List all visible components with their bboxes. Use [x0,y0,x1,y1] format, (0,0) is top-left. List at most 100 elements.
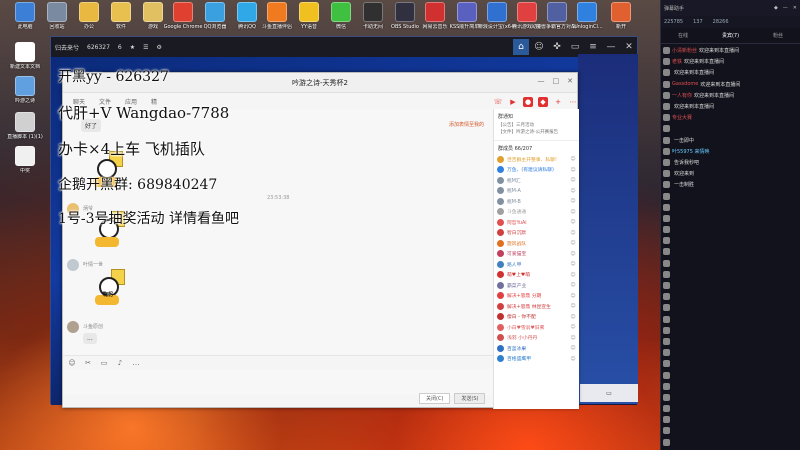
danmaku-item[interactable]: 一人有你 欢迎来到本直播间 [663,90,798,101]
danmaku-user[interactable]: 小清新粉丝 [672,47,697,54]
danmaku-feed[interactable]: 小清新粉丝 欢迎来到本直播间 老铁 欢迎来到本直播间 欢迎来到本直播间 Gassdome 欢… [661,44,800,450]
member-item[interactable]: 浅羽 小小丹丹 ☺ [494,333,579,344]
maximize-button[interactable]: □ [553,77,560,85]
danmaku-item[interactable] [663,392,798,403]
danmaku-item[interactable]: 专业大赛 [663,112,798,123]
danmaku-item[interactable] [663,224,798,235]
member-item[interactable]: 傻白 - 你不配 ☺ [494,312,579,323]
member-item[interactable]: 佳吉群主开整事、私聊! ☺ [494,154,579,165]
emoji-icon[interactable]: ☺ [67,358,77,368]
home-icon[interactable]: ⌂ [513,39,529,55]
close-icon[interactable]: ✕ [621,39,637,55]
danmaku-item[interactable]: 一击制胜 [663,179,798,190]
member-item[interactable]: 百格盛鹰甲 ☺ [494,354,579,365]
phone-icon[interactable]: ☏ [493,97,503,107]
danmaku-item[interactable] [663,269,798,280]
danmaku-item[interactable] [663,202,798,213]
member-item[interactable]: 可爱猫宝 ☺ [494,249,579,260]
message-input[interactable] [63,369,493,395]
avatar[interactable] [67,259,79,271]
member-item[interactable]: 百蓝冰果 ☺ [494,343,579,354]
gear-icon[interactable]: ⚙ [157,44,162,51]
danmaku-item[interactable] [663,369,798,380]
member-item[interactable]: 阿哲YuAi ☺ [494,217,579,228]
danmaku-user[interactable]: 一人有你 [672,92,692,99]
danmaku-item[interactable] [663,358,798,369]
desktop-icon[interactable]: 新建文本文档 [4,42,46,70]
danmaku-item[interactable]: 告诉我秒吧 [663,157,798,168]
danmaku-item[interactable]: 欢迎来到 [663,168,798,179]
member-item[interactable]: 智白沉默 ☺ [494,228,579,239]
member-item[interactable]: 解决+思鼎 林昆宣生 ☺ [494,301,579,312]
danmaku-item[interactable] [663,235,798,246]
danmaku-item[interactable] [663,336,798,347]
live-icon[interactable]: ● [523,97,533,107]
danmaku-item[interactable] [663,190,798,201]
video-icon[interactable]: ▶ [508,97,518,107]
danmaku-user[interactable]: 专业大赛 [672,114,692,121]
menu-icon[interactable]: ☰ [143,44,148,51]
member-item[interactable]: 萌♥上♥萌 ☺ [494,270,579,281]
danmaku-item[interactable] [663,302,798,313]
image-icon[interactable]: ▭ [99,358,109,368]
group-notice[interactable]: 【文件】吟游之诗-公开赛报告 [494,129,579,136]
desktop-icon[interactable]: 直播脚本 (1)(1) [4,112,46,140]
app-icon[interactable]: ◆ [538,97,548,107]
sticker[interactable]: 鞠躬 [93,269,133,309]
minimize-button[interactable]: — [538,77,545,85]
danmaku-item[interactable] [663,381,798,392]
desktop-icon[interactable]: 新开 [600,2,642,30]
music-icon[interactable]: ♪ [115,358,125,368]
danmaku-item[interactable]: 老铁 欢迎来到本直播间 [663,56,798,67]
minimize-icon[interactable]: — [783,5,788,11]
danmaku-item[interactable] [663,246,798,257]
member-item[interactable]: 斗鱼通通 ☺ [494,207,579,218]
member-item[interactable]: 路人甲 ☺ [494,259,579,270]
member-item[interactable]: 小白♥雪翁♥旧雾 ☺ [494,322,579,333]
danmaku-item[interactable] [663,314,798,325]
danmaku-item[interactable] [663,258,798,269]
danmaku-user[interactable]: Gassdome [672,81,698,87]
member-item[interactable]: 瓶M汇 ☺ [494,175,579,186]
desktop-icon[interactable]: 中奖 [4,146,46,174]
more-icon[interactable]: ⋯ [568,97,578,107]
close-button[interactable]: ✕ [567,77,573,85]
danmaku-item[interactable]: 欢迎来到本直播间 [663,101,798,112]
star-icon[interactable]: ★ [130,44,135,51]
add-icon[interactable]: + [553,97,563,107]
user-icon[interactable]: ☺ [531,39,547,55]
member-item[interactable]: 旋风战队 ☺ [494,238,579,249]
danmaku-item[interactable] [663,347,798,358]
danmaku-user[interactable]: 老铁 [672,58,682,65]
close-chat-button[interactable]: 关闭(C) [419,393,451,404]
desktop-icon[interactable]: 吟游之诗 [4,76,46,104]
minimize-icon[interactable]: — [603,39,619,55]
danmaku-item[interactable]: 叶55975 来情唤 [663,146,798,157]
add-sticker-tip[interactable]: 添加表情至我的 [449,121,484,128]
member-item[interactable]: 瓶M-B ☺ [494,196,579,207]
danmaku-item[interactable]: 欢迎来到本直播间 [663,67,798,78]
danmaku-item[interactable] [663,213,798,224]
member-item[interactable]: 解决+思鼎 分期 ☺ [494,291,579,302]
danmaku-item[interactable] [663,325,798,336]
member-item[interactable]: 霸菜产业 ☺ [494,280,579,291]
danmaku-item[interactable] [663,403,798,414]
danmaku-item[interactable] [663,425,798,436]
danmaku-user[interactable]: 叶55975 来情唤 [672,148,710,155]
avatar[interactable] [67,321,79,333]
group-notice[interactable]: 【公告】三月活动 [494,122,579,129]
tab-online[interactable]: 在线 [678,32,688,39]
gamepad-icon[interactable]: ✜ [549,39,565,55]
danmaku-item[interactable]: 小清新粉丝 欢迎来到本直播间 [663,45,798,56]
member-item[interactable]: 万鱼、(有建议请私聊) ☺ [494,165,579,176]
stream-bottom-button[interactable]: ▭ [580,384,638,402]
window-icon[interactable]: ▭ [567,39,583,55]
more-tools-icon[interactable]: … [131,358,141,368]
danmaku-item[interactable]: 一击即中 [663,135,798,146]
pin-icon[interactable]: ◆ [774,5,778,11]
send-button[interactable]: 发送(S) [454,393,486,404]
member-item[interactable]: 瓶M-A ☺ [494,186,579,197]
danmaku-item[interactable] [663,291,798,302]
tab-fans[interactable]: 粉丝 [773,32,783,39]
danmaku-item[interactable] [663,123,798,134]
